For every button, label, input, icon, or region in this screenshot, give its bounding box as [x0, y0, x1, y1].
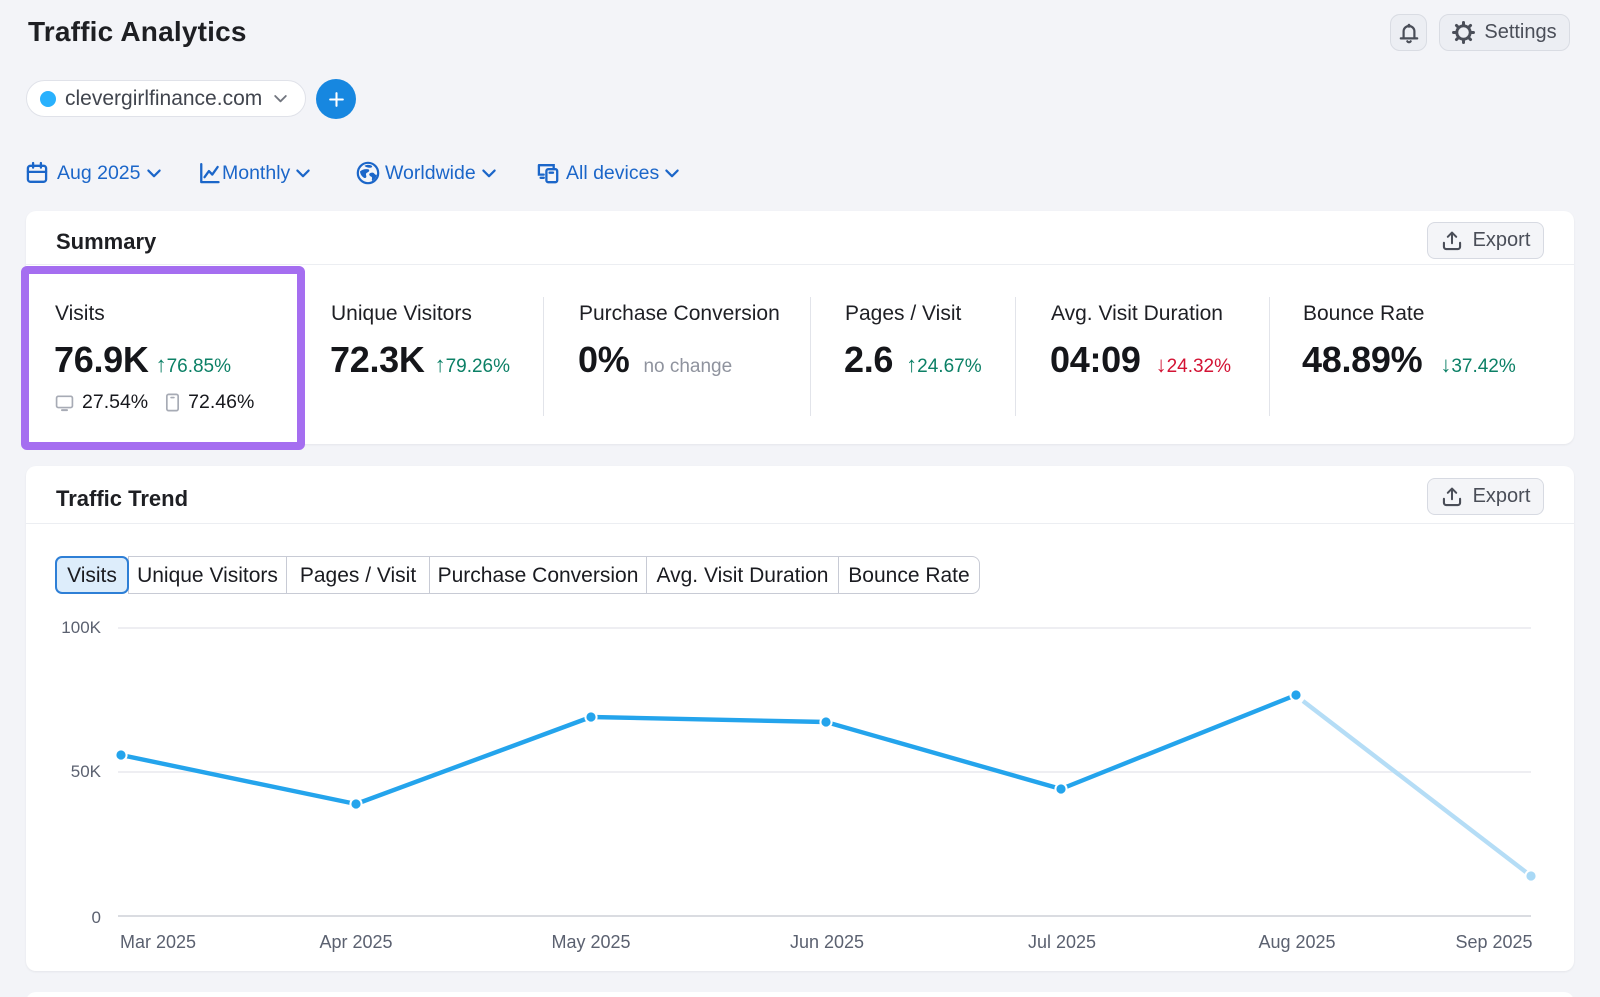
svg-text:Jul 2025: Jul 2025: [1028, 932, 1096, 952]
svg-text:Jun 2025: Jun 2025: [790, 932, 864, 952]
svg-text:50K: 50K: [71, 762, 102, 781]
svg-text:0: 0: [92, 908, 101, 927]
svg-text:100K: 100K: [61, 618, 101, 637]
svg-text:Sep 2025: Sep 2025: [1455, 932, 1532, 952]
svg-text:Apr 2025: Apr 2025: [319, 932, 392, 952]
svg-text:Aug 2025: Aug 2025: [1258, 932, 1335, 952]
svg-text:May 2025: May 2025: [551, 932, 630, 952]
svg-text:Mar 2025: Mar 2025: [120, 932, 196, 952]
